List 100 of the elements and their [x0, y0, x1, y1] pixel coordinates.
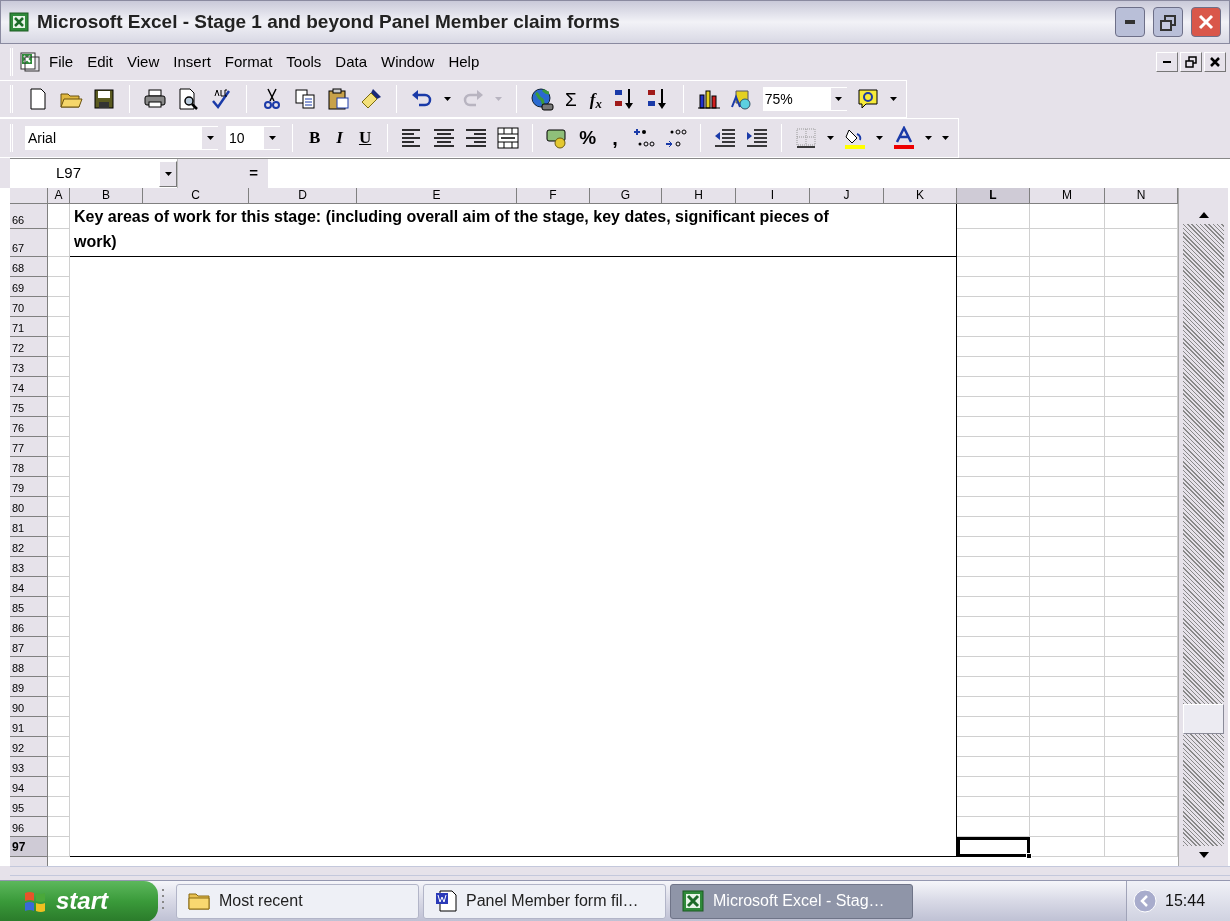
column-header[interactable]: H: [662, 188, 736, 204]
decrease-indent-icon[interactable]: [712, 126, 737, 150]
row-header[interactable]: 74: [10, 377, 48, 397]
table-cell[interactable]: [1030, 377, 1105, 397]
minimize-button[interactable]: [1115, 7, 1145, 37]
table-cell[interactable]: [957, 317, 1030, 337]
row-header[interactable]: 90: [10, 697, 48, 717]
table-cell[interactable]: [957, 817, 1030, 837]
table-cell[interactable]: [957, 229, 1030, 257]
table-cell[interactable]: [48, 297, 70, 317]
table-cell[interactable]: [48, 557, 70, 577]
merge-center-icon[interactable]: [496, 126, 521, 150]
row-header[interactable]: 77: [10, 437, 48, 457]
table-cell[interactable]: [1030, 657, 1105, 677]
caret-icon[interactable]: [874, 135, 884, 141]
row-header[interactable]: 84: [10, 577, 48, 597]
table-cell[interactable]: [1030, 204, 1105, 229]
font-color-icon[interactable]: [891, 126, 916, 150]
table-cell[interactable]: [957, 377, 1030, 397]
row-header[interactable]: 80: [10, 497, 48, 517]
row-header[interactable]: 83: [10, 557, 48, 577]
table-cell[interactable]: [48, 737, 70, 757]
table-cell[interactable]: [48, 577, 70, 597]
table-cell[interactable]: [1030, 577, 1105, 597]
column-header[interactable]: K: [884, 188, 957, 204]
menu-item[interactable]: Help: [442, 50, 486, 74]
table-cell[interactable]: [48, 317, 70, 337]
table-cell[interactable]: [957, 557, 1030, 577]
table-cell[interactable]: [957, 757, 1030, 777]
drawing-icon[interactable]: [729, 87, 754, 111]
table-cell[interactable]: [957, 417, 1030, 437]
sum-button[interactable]: Σ: [563, 89, 579, 109]
row-header[interactable]: 66: [10, 204, 48, 229]
table-cell[interactable]: [1030, 457, 1105, 477]
taskbar-button[interactable]: Most recent: [176, 883, 419, 919]
row-header[interactable]: 97: [10, 837, 48, 857]
table-cell[interactable]: [48, 597, 70, 617]
table-cell[interactable]: [1030, 757, 1105, 777]
table-cell[interactable]: [48, 517, 70, 537]
copy-icon[interactable]: [293, 87, 317, 111]
column-header[interactable]: C: [143, 188, 249, 204]
column-header[interactable]: M: [1030, 188, 1105, 204]
row-header[interactable]: 81: [10, 517, 48, 537]
table-cell[interactable]: [1030, 397, 1105, 417]
table-cell[interactable]: [957, 677, 1030, 697]
row-header[interactable]: 68: [10, 257, 48, 277]
row-header[interactable]: 89: [10, 677, 48, 697]
row-header[interactable]: 73: [10, 357, 48, 377]
comma-button[interactable]: ,: [606, 128, 624, 148]
row-header[interactable]: 78: [10, 457, 48, 477]
table-cell[interactable]: [1030, 477, 1105, 497]
help-icon[interactable]: [855, 87, 880, 111]
table-cell[interactable]: [48, 417, 70, 437]
borders-icon[interactable]: [793, 126, 818, 150]
table-cell[interactable]: [1030, 817, 1105, 837]
table-cell[interactable]: [1030, 537, 1105, 557]
clipboard-icon[interactable]: [326, 87, 350, 111]
row-header[interactable]: 71: [10, 317, 48, 337]
function-button[interactable]: f$_{x}$: [587, 90, 604, 108]
zoom-dropdown[interactable]: 75%: [762, 87, 847, 111]
table-cell[interactable]: [957, 617, 1030, 637]
table-cell[interactable]: [1030, 637, 1105, 657]
table-cell[interactable]: [1030, 337, 1105, 357]
menu-item[interactable]: Tools: [280, 50, 328, 74]
table-cell[interactable]: [48, 257, 70, 277]
italic-button[interactable]: I: [332, 125, 347, 151]
row-header[interactable]: 82: [10, 537, 48, 557]
table-cell[interactable]: [1030, 617, 1105, 637]
table-cell[interactable]: [48, 797, 70, 817]
table-cell[interactable]: [957, 357, 1030, 377]
table-cell[interactable]: [957, 204, 1030, 229]
table-cell[interactable]: [957, 777, 1030, 797]
table-cell[interactable]: [1030, 517, 1105, 537]
caret-icon[interactable]: [825, 135, 835, 141]
menu-item[interactable]: Format: [218, 50, 279, 74]
table-cell[interactable]: [1030, 297, 1105, 317]
workbook-icon[interactable]: [19, 51, 41, 73]
table-cell[interactable]: [48, 757, 70, 777]
table-cell[interactable]: [48, 697, 70, 717]
table-cell[interactable]: [48, 357, 70, 377]
menu-item[interactable]: File: [43, 50, 80, 74]
row-header[interactable]: 69: [10, 277, 48, 297]
table-cell[interactable]: [48, 617, 70, 637]
row-header[interactable]: 95: [10, 797, 48, 817]
increase-decimal-icon[interactable]: [631, 126, 656, 150]
table-cell[interactable]: [48, 817, 70, 837]
table-cell[interactable]: [48, 229, 70, 257]
table-cell[interactable]: [957, 477, 1030, 497]
table-cell[interactable]: [957, 697, 1030, 717]
column-header[interactable]: J: [810, 188, 884, 204]
row-header[interactable]: 75: [10, 397, 48, 417]
chevron-left-icon[interactable]: [1133, 889, 1157, 913]
column-header[interactable]: F: [517, 188, 590, 204]
bold-button[interactable]: B: [305, 125, 325, 151]
enter-formula-button[interactable]: =: [249, 162, 258, 185]
table-cell[interactable]: [957, 457, 1030, 477]
underline-button[interactable]: U: [354, 125, 376, 151]
table-cell[interactable]: [957, 497, 1030, 517]
table-cell[interactable]: [48, 377, 70, 397]
row-header[interactable]: 86: [10, 617, 48, 637]
